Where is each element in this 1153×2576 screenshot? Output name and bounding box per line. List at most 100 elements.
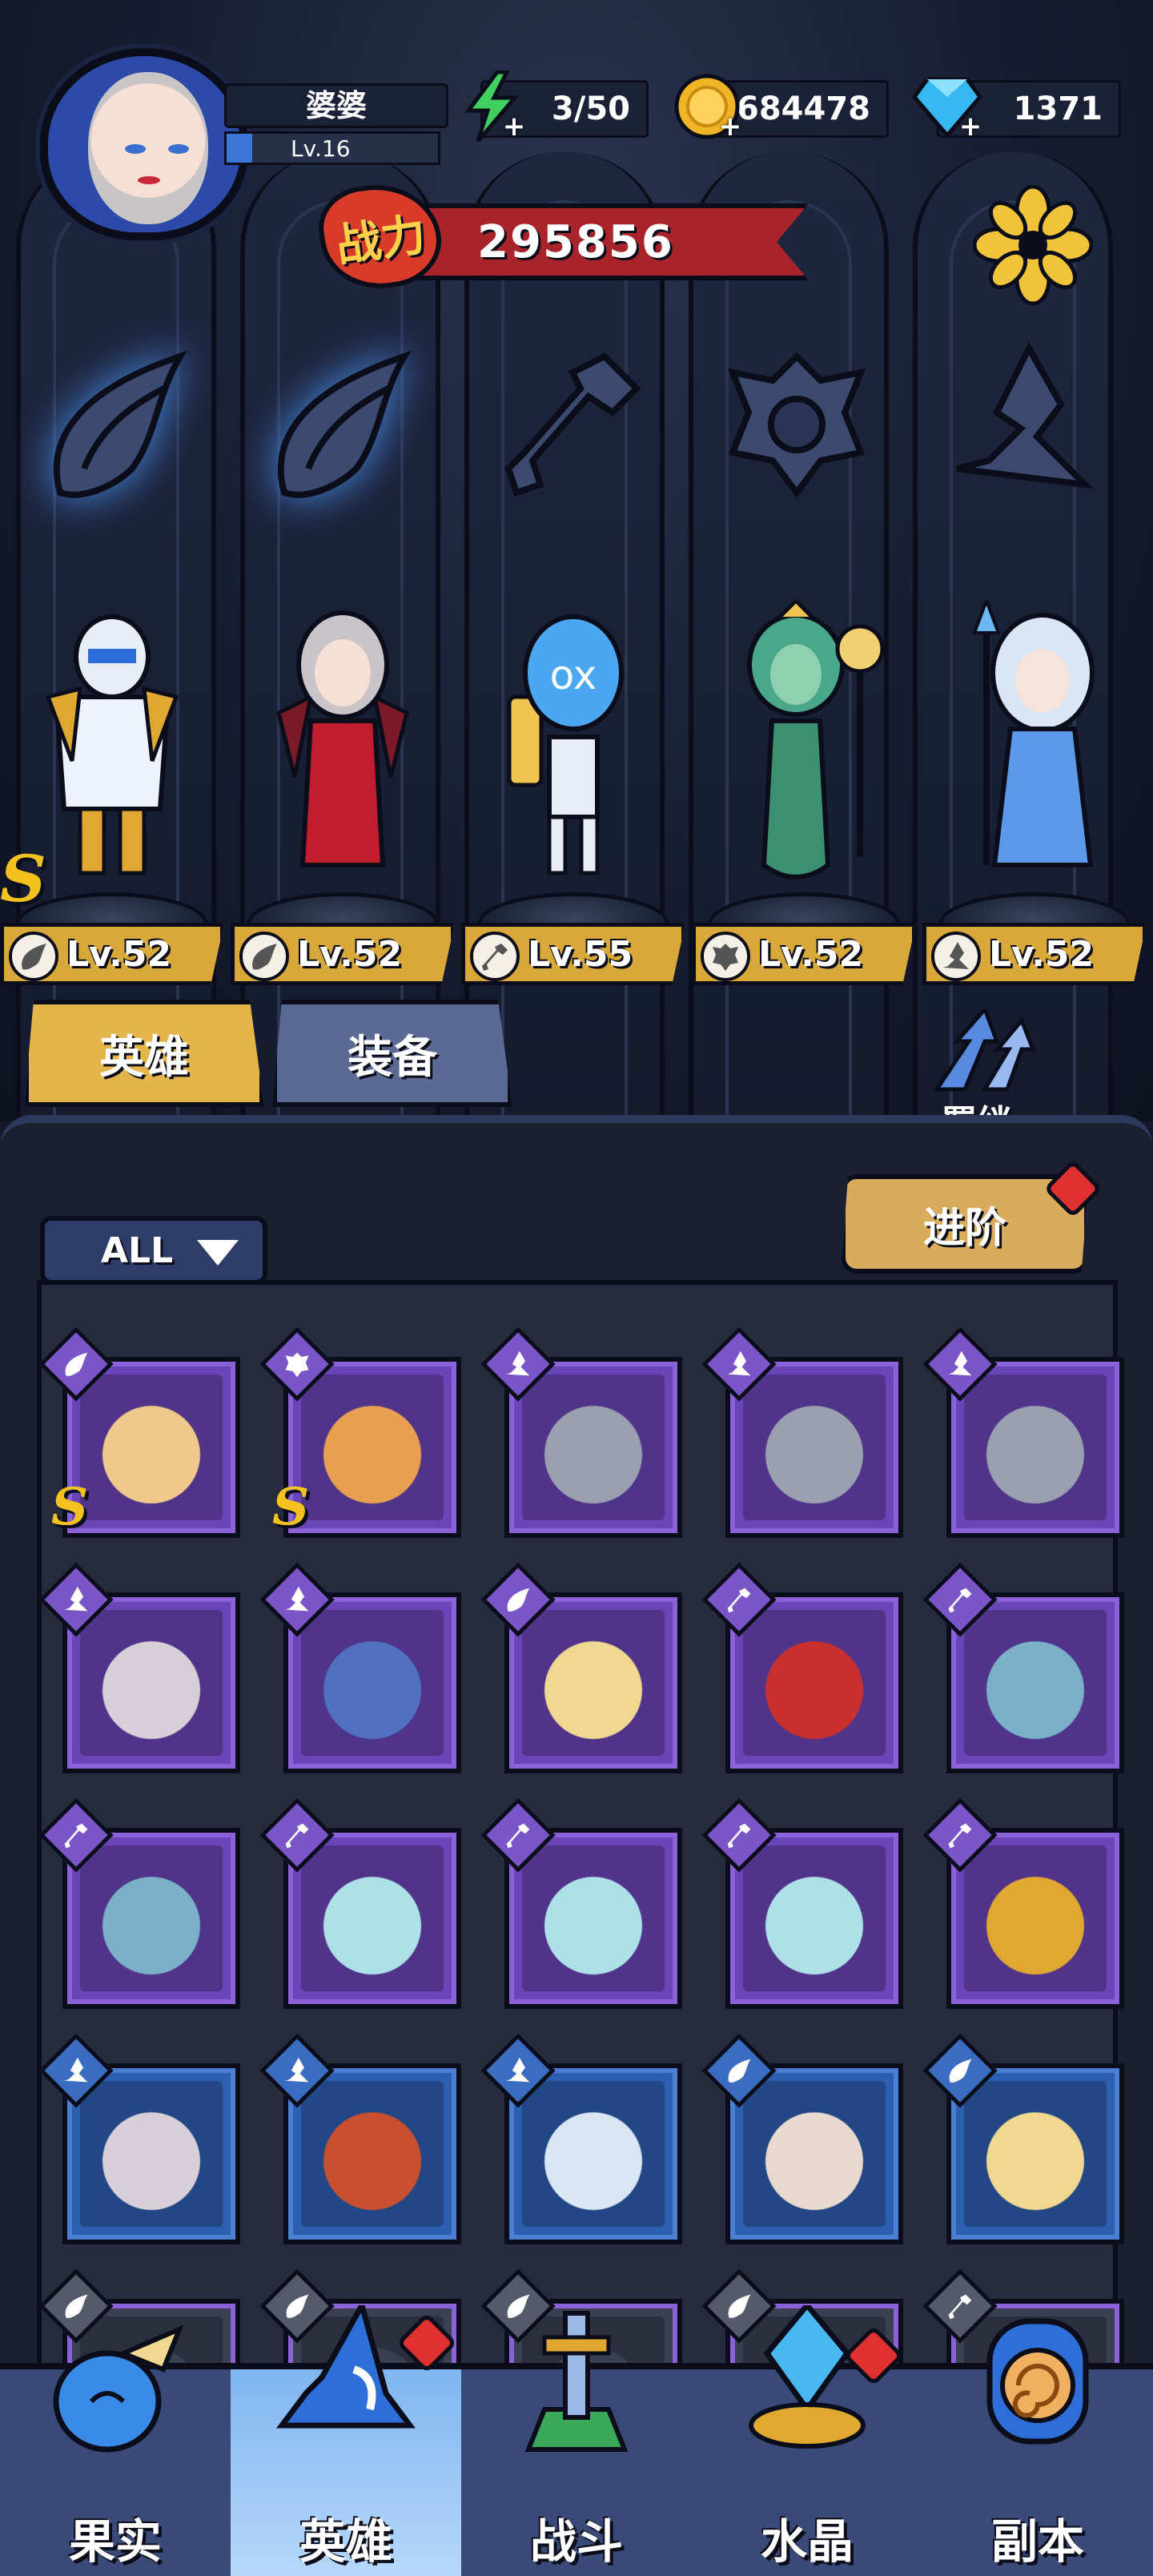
- lineup-hero-2[interactable]: Lv.52: [231, 585, 455, 985]
- nav-crystal-label: 水晶: [760, 2514, 854, 2569]
- hero-level: Lv.52: [989, 933, 1095, 975]
- wrench-icon[interactable]: [488, 336, 657, 513]
- svg-text:ox: ox: [550, 652, 597, 698]
- gold-value: 684478: [737, 91, 870, 127]
- hero-portrait: [522, 1845, 665, 1991]
- tab-equipment-label: 装备: [348, 1031, 437, 1084]
- filter-value: ALL: [101, 1230, 174, 1271]
- energy-value: 3/50: [551, 91, 630, 127]
- player-name-plate: 婆婆: [224, 83, 448, 128]
- nav-fruit[interactable]: 果实: [0, 2324, 231, 2576]
- tab-heroes[interactable]: 英雄: [24, 1000, 264, 1107]
- hero-portrait: [743, 2081, 886, 2227]
- portal-icon: [986, 2318, 1089, 2445]
- hero-portrait: [743, 1845, 886, 1991]
- tab-equipment[interactable]: 装备: [272, 1000, 512, 1107]
- hero-portrait: [743, 1375, 886, 1520]
- hero-level-tag: Lv.52: [692, 923, 916, 985]
- nav-dungeon[interactable]: 副本: [922, 2318, 1153, 2576]
- lineup-hero-5[interactable]: Lv.52: [922, 585, 1147, 985]
- hero-portrait: [522, 1375, 665, 1520]
- diamond-icon[interactable]: +: [907, 66, 987, 147]
- lineup-hero-4[interactable]: Lv.52: [692, 585, 916, 985]
- rank-s-badge: S: [0, 841, 46, 916]
- hero-grid: SS: [37, 1280, 1124, 2480]
- hero-hat-icon: [276, 2305, 416, 2429]
- power-label: 战力: [332, 207, 429, 272]
- paladin-figure: [45, 614, 179, 875]
- hero-portrait: [301, 1845, 444, 1991]
- hero-level: Lv.52: [297, 933, 403, 975]
- hero-portrait: [80, 1375, 223, 1520]
- wizard-hat-icon: [931, 932, 981, 981]
- hero-portrait: [522, 2081, 665, 2227]
- hero-portrait: [301, 1610, 444, 1756]
- hero-level-tag: Lv.52: [922, 923, 1147, 985]
- nav-heroes-label: 英雄: [299, 2514, 392, 2569]
- ice-mage-figure: [972, 601, 1095, 867]
- robot-figure: ox: [507, 614, 624, 875]
- gold-counter[interactable]: + 684478: [674, 74, 889, 140]
- rank-s-badge: S: [51, 1477, 89, 1537]
- nav-fruit-label: 果实: [68, 2514, 162, 2569]
- player-name: 婆婆: [305, 88, 367, 123]
- power-value: 295856: [477, 215, 674, 268]
- hero-portrait: [301, 2081, 444, 2227]
- avatar[interactable]: [40, 48, 248, 240]
- fruit-icon: [53, 2324, 184, 2453]
- wizard-hat-icon[interactable]: [937, 336, 1105, 513]
- wing-icon: [9, 932, 58, 981]
- bottom-nav: 果实 英雄 战斗 水晶 副本: [0, 2305, 1153, 2576]
- hero-portrait: [80, 1845, 223, 1991]
- combat-power: 295856 战力: [313, 176, 817, 296]
- hero-level-tag: Lv.55: [461, 923, 685, 985]
- hero-roster-panel: ALL 进阶 SS: [0, 1115, 1153, 2480]
- rank-s-badge: S: [272, 1477, 310, 1537]
- nav-battle-label: 战斗: [529, 2514, 623, 2569]
- hero-portrait: [964, 1375, 1107, 1520]
- nav-crystal[interactable]: 水晶: [692, 2305, 922, 2576]
- hero-level: Lv.52: [66, 933, 172, 975]
- wrench-icon: [470, 932, 520, 981]
- hero-portrait: [964, 1845, 1107, 1991]
- hero-portrait: [964, 2081, 1107, 2227]
- hero-portrait: [743, 1610, 886, 1756]
- level-progress-fill: [227, 134, 252, 163]
- diamond-value: 1371: [1013, 91, 1103, 127]
- wing-icon: [239, 932, 289, 981]
- crystal-icon: [749, 2305, 866, 2449]
- hero-portrait: [522, 1610, 665, 1756]
- nav-heroes[interactable]: 英雄: [231, 2305, 461, 2576]
- beast-icon: [701, 932, 750, 981]
- lineup-hero-1[interactable]: S Lv.52: [0, 585, 224, 985]
- player-level: Lv.16: [291, 135, 351, 162]
- nav-dungeon-label: 副本: [990, 2514, 1084, 2569]
- player-level-bar: Lv.16: [224, 131, 440, 165]
- hero-level-tag: Lv.52: [231, 923, 455, 985]
- wing-icon[interactable]: [256, 336, 424, 513]
- power-banner: 295856: [408, 203, 809, 280]
- tab-heroes-label: 英雄: [99, 1031, 189, 1084]
- medusa-figure: [747, 601, 884, 879]
- settings-flower-icon[interactable]: [969, 181, 1097, 309]
- lightning-icon[interactable]: +: [451, 66, 531, 147]
- hero-portrait: [301, 1375, 444, 1520]
- vampire-figure: [276, 610, 409, 867]
- hero-portrait: [80, 1610, 223, 1756]
- wing-icon[interactable]: [32, 336, 200, 513]
- chevron-down-icon: [197, 1240, 239, 1266]
- hero-level: Lv.52: [758, 933, 864, 975]
- diamond-counter[interactable]: + 1371: [911, 77, 1121, 140]
- nav-battle[interactable]: 战斗: [461, 2311, 692, 2576]
- sword-icon: [524, 2311, 629, 2452]
- energy-counter[interactable]: + 3/50: [464, 70, 649, 143]
- lineup-hero-3[interactable]: ox Lv.55: [461, 585, 685, 985]
- coin-icon[interactable]: +: [667, 66, 747, 147]
- filter-dropdown[interactable]: ALL: [40, 1216, 267, 1285]
- hero-level: Lv.55: [528, 933, 633, 975]
- beast-icon[interactable]: [713, 336, 881, 513]
- hero-level-tag: Lv.52: [0, 923, 224, 985]
- bond-arrows-icon: [933, 1009, 1036, 1092]
- advance-label: 进阶: [922, 1204, 1006, 1253]
- hero-portrait: [80, 2081, 223, 2227]
